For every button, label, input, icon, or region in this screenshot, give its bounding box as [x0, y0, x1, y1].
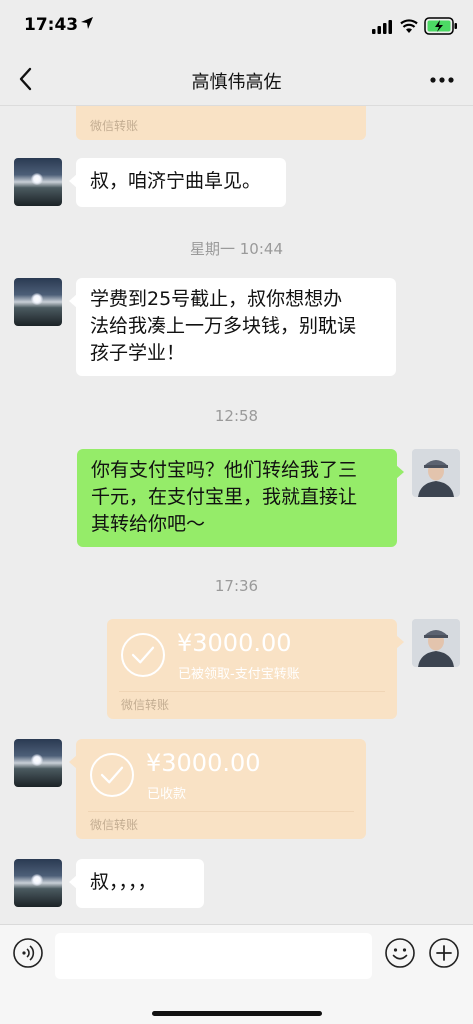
transfer-status: 已被领取-支付宝转账 [178, 667, 300, 682]
transfer-footer: 微信转账 [121, 698, 170, 712]
battery-charging-icon [424, 17, 457, 35]
message-bubble[interactable]: 学费到25号截止，叔你想想办 法给我凑上一万多块钱，别耽误 孩子学业！ [69, 278, 396, 376]
transfer-footer: 微信转账 [90, 818, 139, 832]
chat-history[interactable]: 微信转账 叔，咱济宁曲阜见。 星期一 10:44 学费到25号截止，叔你想想办 … [0, 106, 473, 924]
message-input[interactable] [55, 933, 372, 979]
transfer-card-received[interactable]: ¥3000.00 已收款 微信转账 [69, 739, 366, 839]
message-line: 学费到25号截止，叔你想想办 [90, 288, 343, 310]
transfer-card-partial[interactable]: 微信转账 [76, 106, 366, 140]
input-bar [0, 924, 473, 1024]
location-arrow-icon [81, 17, 93, 29]
transfer-footer: 微信转账 [90, 119, 139, 133]
signal-icon [372, 20, 392, 34]
person-photo [412, 449, 460, 497]
person-photo [412, 619, 460, 667]
divider [88, 811, 354, 812]
check-circle-icon [90, 753, 134, 797]
divider [119, 691, 385, 692]
chat-title: 高慎伟高佐 [191, 72, 282, 93]
message-line: 千元，在支付宝里，我就直接让 [91, 486, 358, 508]
transfer-amount: ¥3000.00 [177, 629, 292, 657]
avatar[interactable] [14, 278, 62, 326]
plus-icon[interactable] [428, 937, 460, 969]
message-text: 叔，咱济宁曲阜见。 [90, 170, 262, 192]
avatar[interactable] [14, 859, 62, 907]
transfer-card-sent[interactable]: ¥3000.00 已被领取-支付宝转账 微信转账 [107, 619, 404, 719]
transfer-status: 已收款 [147, 787, 187, 802]
emoji-icon[interactable] [384, 937, 416, 969]
message-bubble[interactable]: 叔，，，， [69, 859, 204, 908]
message-line: 你有支付宝吗？他们转给我了三 [91, 459, 358, 481]
check-circle-icon [121, 633, 165, 677]
timestamp: 17:36 [214, 577, 259, 595]
message-bubble-sent[interactable]: 你有支付宝吗？他们转给我了三 千元，在支付宝里，我就直接让 其转给你吧～ [77, 449, 404, 547]
avatar[interactable] [14, 158, 62, 206]
chat-header: 高慎伟高佐 [0, 52, 473, 106]
message-bubble[interactable]: 叔，咱济宁曲阜见。 [69, 158, 286, 207]
wifi-icon [400, 19, 418, 33]
my-avatar[interactable] [412, 449, 460, 497]
more-options-button[interactable] [427, 68, 457, 92]
timestamp: 12:58 [214, 407, 259, 425]
message-line: 孩子学业！ [90, 342, 186, 364]
home-indicator [152, 1011, 322, 1016]
message-text: 叔，，，， [90, 871, 157, 893]
message-line: 其转给你吧～ [91, 513, 206, 535]
voice-icon[interactable] [12, 937, 44, 969]
avatar[interactable] [14, 739, 62, 787]
status-bar: 17:43 [0, 0, 473, 52]
transfer-amount: ¥3000.00 [146, 749, 261, 777]
status-time: 17:43 [24, 15, 79, 35]
message-line: 法给我凑上一万多块钱，别耽误 [90, 315, 357, 337]
my-avatar[interactable] [412, 619, 460, 667]
timestamp: 星期一 10:44 [190, 240, 283, 258]
